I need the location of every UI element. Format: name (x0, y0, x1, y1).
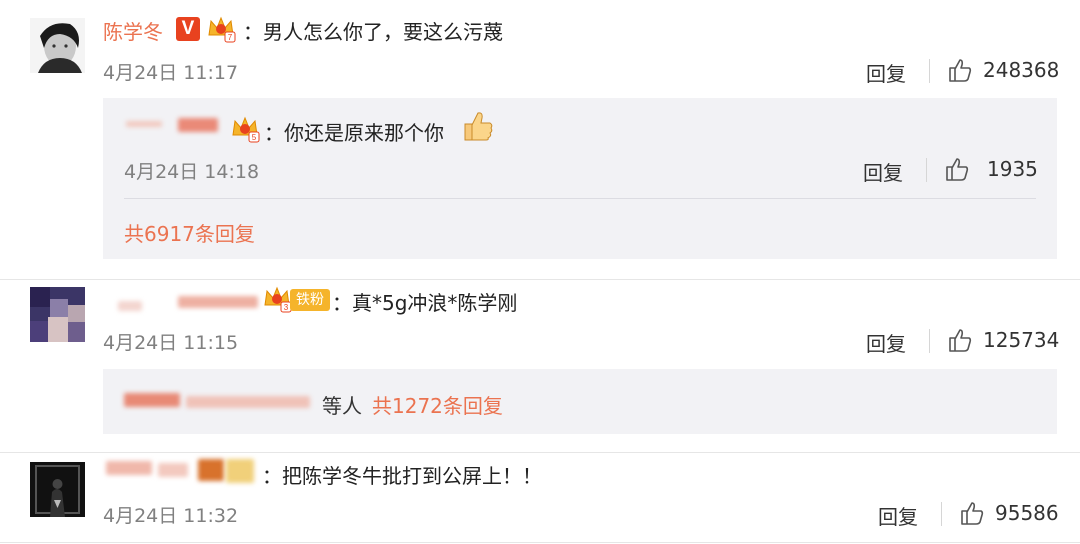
avatar[interactable] (30, 462, 85, 517)
reply-summary-text: 等人 (322, 394, 362, 418)
comment-separator (0, 542, 1080, 543)
svg-text:7: 7 (228, 33, 233, 42)
avatar[interactable] (30, 18, 85, 73)
comment-text: ：把陈学冬牛批打到公屏上！！ (262, 464, 542, 488)
like-count: 1935 (987, 157, 1038, 181)
vip-badge-obscured (198, 459, 224, 481)
crown-icon (226, 459, 254, 483)
thumbs-up-icon[interactable] (959, 500, 985, 526)
like-count: 125734 (983, 328, 1060, 352)
reply-username-obscured[interactable] (178, 118, 218, 132)
comment-separator (0, 279, 1080, 280)
verified-v-icon: V (176, 17, 200, 41)
comment-username-obscured[interactable] (178, 296, 258, 308)
avatar[interactable] (30, 287, 85, 342)
comment-timestamp: 4月24日 11:32 (103, 505, 239, 527)
comment-timestamp: 4月24日 11:15 (103, 332, 239, 354)
reply-button[interactable]: 回复 (863, 157, 903, 186)
comment-username-obscured[interactable] (118, 301, 142, 311)
comment-text: ：真*5g冲浪*陈学刚 (332, 291, 518, 315)
reply-username-obscured[interactable] (126, 121, 162, 127)
thumbs-up-icon[interactable] (947, 327, 973, 353)
reply-username-obscured[interactable] (124, 393, 180, 407)
reply-button[interactable]: 回复 (878, 501, 918, 530)
comment-text: ：男人怎么你了，要这么污蔑 (243, 20, 503, 44)
more-replies-link[interactable]: 共6917条回复 (124, 218, 255, 247)
comment-username-obscured[interactable] (158, 463, 188, 477)
like-count: 95586 (995, 501, 1059, 525)
reply-timestamp: 4月24日 14:18 (124, 161, 260, 183)
reply-text: ：你还是原来那个你 (264, 121, 444, 145)
comment-username-obscured[interactable] (106, 461, 152, 475)
more-replies-link[interactable]: 共1272条回复 (372, 390, 503, 419)
crown-icon: 5 (232, 116, 260, 143)
fan-badge: 铁粉 (290, 289, 330, 311)
comment-timestamp: 4月24日 11:17 (103, 62, 239, 84)
svg-text:3: 3 (284, 303, 289, 312)
thumbs-up-emoji (464, 112, 493, 141)
divider (929, 329, 930, 353)
reply-button[interactable]: 回复 (866, 58, 906, 87)
reply-button[interactable]: 回复 (866, 328, 906, 357)
divider (926, 158, 927, 182)
reply-username-obscured[interactable] (186, 396, 310, 408)
comment-separator (0, 452, 1080, 453)
comment-username[interactable]: 陈学冬 (103, 16, 163, 45)
thumbs-up-icon[interactable] (947, 57, 973, 83)
crown-icon: 7 (208, 16, 236, 43)
thumbs-up-icon[interactable] (944, 156, 970, 182)
like-count: 248368 (983, 58, 1060, 82)
divider (941, 502, 942, 526)
divider (929, 59, 930, 83)
crown-icon: 3 (264, 286, 292, 313)
svg-text:5: 5 (252, 133, 257, 142)
divider (124, 198, 1036, 199)
